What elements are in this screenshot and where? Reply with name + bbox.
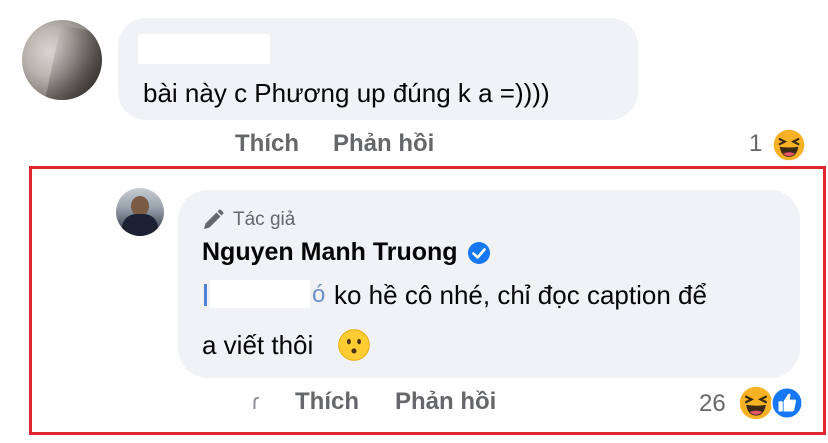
reply-text-line1: ko hề cô nhé, chỉ đọc caption để [334, 280, 707, 310]
pencil-icon [204, 209, 224, 229]
reaction-count[interactable]: 1 [749, 130, 762, 158]
verified-badge-icon [467, 241, 490, 264]
reply-button[interactable]: Phản hồi [333, 130, 434, 157]
redacted-commenter-name [138, 34, 270, 64]
comment-text: bài này c Phương up đúng k a =)))) [143, 78, 550, 108]
reaction-count[interactable]: 26 [699, 390, 726, 418]
commenter-avatar[interactable] [22, 20, 102, 100]
author-badge: Tác giả [201, 206, 295, 234]
mention-tail: ó [312, 281, 326, 308]
author-name-row: Nguyen Manh Truong [202, 238, 491, 267]
like-button[interactable]: Thích [235, 130, 299, 157]
reply-text-line2: a viết thôi [202, 330, 314, 360]
like-button[interactable]: Thích [295, 388, 359, 415]
hushed-face-emoji [338, 329, 370, 361]
author-badge-label: Tác giả [233, 209, 296, 230]
author-avatar[interactable] [116, 188, 164, 236]
mention-link[interactable] [202, 280, 322, 308]
reply-button[interactable]: Phản hồi [395, 388, 496, 415]
haha-icon[interactable] [772, 128, 806, 162]
haha-icon[interactable] [738, 385, 774, 421]
comment-actions: Thích Phản hồi [235, 130, 468, 158]
reply-actions: Thích Phản hồi [295, 388, 532, 416]
reply-nested-icon: ɾ [252, 389, 260, 414]
author-name[interactable]: Nguyen Manh Truong [202, 238, 458, 267]
like-icon[interactable] [770, 386, 804, 420]
